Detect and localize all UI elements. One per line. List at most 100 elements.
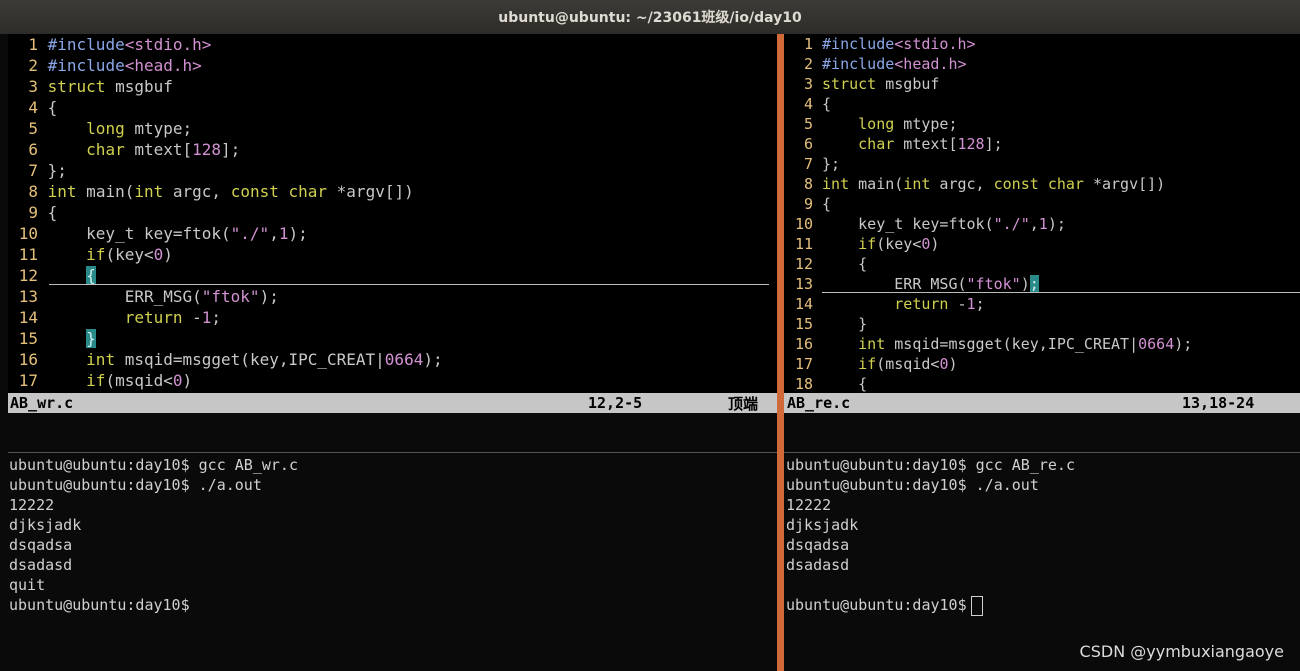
terminal-line: ubuntu@ubuntu:day10$ ./a.out	[786, 476, 1039, 494]
right-terminal[interactable]: ubuntu@ubuntu:day10$ gcc AB_re.c ubuntu@…	[786, 455, 1296, 616]
terminal-cursor[interactable]	[970, 595, 983, 616]
right-status-pos: 13,18-24	[1182, 394, 1255, 412]
terminal-line: ubuntu@ubuntu:day10$ gcc AB_re.c	[786, 456, 1075, 474]
code-text: #include<head.h>	[822, 55, 967, 73]
line-number: 12	[794, 255, 813, 273]
line-number: 7	[803, 155, 813, 173]
code-line[interactable]: 3 struct msgbuf	[784, 75, 939, 93]
right-pane-divider	[784, 452, 1300, 453]
right-status-file: AB_re.c	[787, 394, 851, 412]
code-line[interactable]: 5 long mtype;	[784, 115, 958, 133]
code-line[interactable]: 4 {	[784, 95, 831, 113]
left-editor-pane[interactable]: 1 #include<stdio.h> 2 #include<head.h> 3 s…	[8, 34, 777, 393]
line-number: 7	[28, 161, 38, 180]
code-text: return -1;	[894, 295, 985, 313]
code-line[interactable]: 11 if(key<0)	[784, 235, 940, 253]
code-line[interactable]: 10 key_t key=ftok("./",1);	[784, 215, 1066, 233]
code-line[interactable]: 9 {	[784, 195, 831, 213]
line-number: 14	[794, 295, 813, 313]
left-terminal[interactable]: ubuntu@ubuntu:day10$ gcc AB_wr.c ubuntu@…	[9, 455, 775, 615]
code-line[interactable]: 7 };	[784, 155, 840, 173]
right-status-bar: AB_re.c 13,18-24	[784, 393, 1300, 413]
window-titlebar[interactable]: ubuntu@ubuntu: ~/23061班级/io/day10	[0, 0, 1300, 34]
code-line[interactable]: 18 {	[784, 375, 867, 393]
watermark: CSDN @yymbuxiangaoye	[1079, 642, 1284, 661]
code-line[interactable]: 13 ERR_MSG("ftok");	[8, 287, 279, 306]
vertical-split-divider[interactable]	[777, 34, 784, 671]
code-line[interactable]: 1 #include<stdio.h>	[8, 35, 211, 54]
code-line[interactable]: 14 return -1;	[784, 295, 985, 313]
terminal-line: dsqadsa	[9, 536, 73, 554]
line-number: 11	[18, 245, 38, 264]
line-number: 18	[794, 375, 813, 393]
line-number: 14	[18, 308, 38, 327]
code-text: struct msgbuf	[47, 77, 173, 96]
code-text: #include<head.h>	[47, 56, 202, 75]
code-line[interactable]: 10 key_t key=ftok("./",1);	[8, 224, 308, 243]
terminal-line: dsadasd	[9, 556, 73, 574]
code-text: if(msqid<0)	[858, 355, 958, 373]
right-editor-pane[interactable]: 1 #include<stdio.h> 2 #include<head.h> 3 s…	[784, 34, 1300, 393]
line-number: 8	[803, 175, 813, 193]
line-number: 5	[28, 119, 38, 138]
terminal-line: djksjadk	[9, 516, 82, 534]
code-text: {	[38, 98, 58, 117]
line-number: 17	[794, 355, 813, 373]
code-text: return -1;	[124, 308, 222, 327]
code-text: int msqid=msgget(key,IPC_CREAT|0664);	[86, 350, 443, 369]
code-line[interactable]: 17 if(msqid<0)	[8, 371, 192, 390]
line-number: 17	[18, 371, 38, 390]
code-text: long mtype;	[858, 115, 958, 133]
code-line[interactable]: 7 };	[8, 161, 67, 180]
code-line[interactable]: 2 #include<head.h>	[784, 55, 967, 73]
code-line[interactable]: 15 }	[784, 315, 867, 333]
code-text: {	[813, 195, 832, 213]
line-number: 16	[18, 350, 38, 369]
line-number: 9	[803, 195, 813, 213]
code-text: {	[86, 266, 96, 285]
line-number: 2	[28, 56, 38, 75]
code-text: key_t key=ftok("./",1);	[813, 215, 1066, 233]
line-number: 10	[794, 215, 813, 233]
code-line[interactable]: 12 {	[784, 255, 867, 273]
line-number: 6	[28, 140, 38, 159]
terminal-prompt-line: ubuntu@ubuntu:day10$	[786, 595, 1296, 616]
code-text: };	[38, 161, 67, 180]
line-number: 4	[803, 95, 813, 113]
line-number: 15	[18, 329, 38, 348]
code-text: key_t key=ftok("./",1);	[38, 224, 308, 243]
code-line[interactable]: 11 if(key<0)	[8, 245, 173, 264]
terminal-line: dsqadsa	[786, 536, 850, 554]
code-line[interactable]: 2 #include<head.h>	[8, 56, 202, 75]
code-line[interactable]: 15 }	[8, 329, 96, 348]
code-line[interactable]: 16 int msqid=msgget(key,IPC_CREAT|0664);	[784, 335, 1192, 353]
code-text: char mtext[128];	[86, 140, 241, 159]
code-line[interactable]: 16 int msqid=msgget(key,IPC_CREAT|0664);	[8, 350, 443, 369]
code-text: #include<stdio.h>	[822, 35, 976, 53]
code-line[interactable]: 14 return -1;	[8, 308, 221, 327]
code-text: }	[86, 329, 96, 348]
code-text: int main(int argc, const char *argv[])	[822, 175, 1166, 193]
code-line[interactable]: 3 struct msgbuf	[8, 77, 173, 96]
code-line[interactable]: 17 if(msqid<0)	[784, 355, 958, 373]
line-number: 16	[794, 335, 813, 353]
code-line[interactable]: 6 char mtext[128];	[784, 135, 1003, 153]
code-line[interactable]: 13 ERR_MSG("ftok");	[784, 275, 1039, 293]
code-text: #include<stdio.h>	[47, 35, 212, 54]
code-line[interactable]: 8 int main(int argc, const char *argv[])	[8, 182, 413, 201]
code-text: ERR_MSG("ftok");	[813, 275, 1039, 293]
code-line[interactable]: 9 {	[8, 203, 57, 222]
code-line[interactable]: 4 {	[8, 98, 57, 117]
line-number: 2	[803, 55, 813, 73]
terminal-line: ubuntu@ubuntu:day10$	[9, 596, 190, 614]
line-number: 4	[28, 98, 38, 117]
code-line[interactable]: 8 int main(int argc, const char *argv[])	[784, 175, 1165, 193]
code-text: if(msqid<0)	[86, 371, 193, 390]
code-line[interactable]: 5 long mtype;	[8, 119, 192, 138]
line-number: 8	[28, 182, 38, 201]
code-line[interactable]: 1 #include<stdio.h>	[784, 35, 976, 53]
terminal-line: ubuntu@ubuntu:day10$ gcc AB_wr.c	[9, 456, 298, 474]
code-line[interactable]: 12 {	[8, 266, 96, 285]
code-line[interactable]: 6 char mtext[128];	[8, 140, 240, 159]
line-number: 1	[28, 35, 38, 54]
